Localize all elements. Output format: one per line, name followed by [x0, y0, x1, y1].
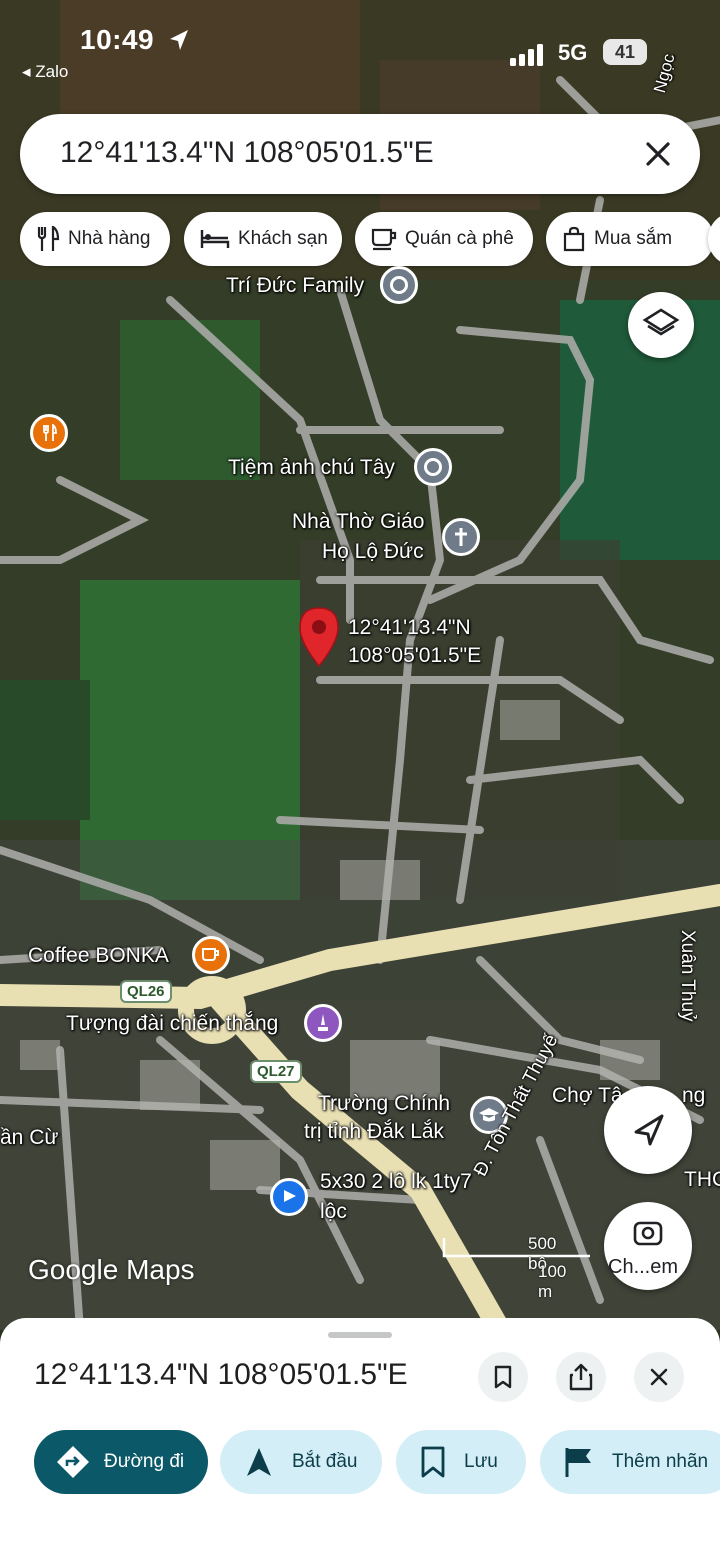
place-label-truong-line1[interactable]: Trường Chính [318, 1092, 450, 1116]
share-icon [569, 1363, 593, 1391]
road-label-xuan-thuy: Xuân Thuỷ [677, 930, 698, 1022]
restaurant-icon [37, 226, 60, 251]
close-icon[interactable] [638, 134, 678, 174]
status-bar: 10:49 ◂ Zalo 5G 41 [0, 0, 720, 90]
hotel-icon [200, 230, 230, 248]
chip-label: Nhà hàng [68, 228, 151, 249]
drag-handle[interactable] [328, 1332, 392, 1338]
directions-button[interactable]: Đường đi [34, 1430, 208, 1494]
search-input[interactable]: 12°41'13.4"N 108°05'01.5"E [60, 136, 434, 170]
road-shield-ql27: QL27 [250, 1060, 302, 1083]
close-icon [650, 1368, 668, 1386]
signal-icon [510, 44, 543, 66]
google-maps-logo: Google Maps [28, 1254, 195, 1285]
clock: 10:49 [80, 24, 155, 55]
pin-label-lng: 108°05'01.5"E [348, 644, 482, 667]
save-button[interactable]: Lưu [396, 1430, 526, 1494]
place-pin-icon[interactable] [414, 448, 452, 486]
start-label: Bắt đầu [292, 1451, 358, 1472]
battery-indicator: 41 [603, 39, 647, 65]
navigation-arrow-icon [247, 1448, 271, 1476]
bookmark-icon [494, 1365, 512, 1389]
chip-label: Mua sắm [594, 228, 673, 249]
camera-icon [633, 1221, 663, 1246]
chip-shopping[interactable]: Mua sắm [546, 212, 714, 266]
chip-label: Quán cà phê [405, 228, 514, 249]
directions-icon [57, 1446, 89, 1478]
start-navigation-button[interactable]: Bắt đầu [220, 1430, 382, 1494]
layers-icon [642, 308, 680, 336]
chip-label: Khách sạn [238, 228, 328, 249]
camera-search-button[interactable]: Ch...em [604, 1202, 692, 1290]
place-label-coffee-bonka[interactable]: Coffee BONKA [28, 944, 169, 968]
my-location-button[interactable] [604, 1086, 692, 1174]
network-type: 5G [558, 40, 588, 65]
save-label: Lưu [464, 1451, 498, 1472]
camera-button-label: Ch...em [608, 1256, 679, 1278]
chip-coffee[interactable]: Quán cà phê [355, 212, 533, 266]
place-label-lot-line1[interactable]: 5x30 2 lô lk 1ty7 [320, 1170, 472, 1194]
coffee-icon [371, 228, 397, 251]
layers-button[interactable] [628, 292, 694, 358]
chip-hotels[interactable]: Khách sạn [184, 212, 342, 266]
sheet-title: 12°41'13.4"N 108°05'01.5"E [34, 1358, 408, 1391]
shopping-bag-icon [563, 226, 585, 252]
battery-level: 41 [614, 42, 636, 62]
pin-label-lat: 12°41'13.4"N [348, 616, 471, 639]
church-pin-icon[interactable] [442, 518, 480, 556]
place-label-nha-tho-line1[interactable]: Nhà Thờ Giáo [292, 510, 424, 534]
search-bar[interactable]: 12°41'13.4"N 108°05'01.5"E [20, 114, 700, 194]
place-label-tiem-anh[interactable]: Tiệm ảnh chú Tây [228, 456, 395, 480]
satellite-map[interactable]: 10:49 ◂ Zalo 5G 41 12°41'13.4"N 108°05'0… [0, 0, 720, 1330]
parking-pin-icon[interactable] [270, 1178, 308, 1216]
scale-ruler-icon [442, 1238, 590, 1258]
close-sheet-button[interactable] [634, 1352, 684, 1402]
add-label-button[interactable]: Thêm nhãn [540, 1430, 720, 1494]
place-label-nha-tho-line2[interactable]: Họ Lộ Đức [322, 540, 424, 564]
scale-metric: 100 m [538, 1262, 567, 1301]
flag-icon [565, 1448, 591, 1477]
share-button[interactable] [556, 1352, 606, 1402]
place-label-lot-line2[interactable]: lộc [320, 1200, 347, 1224]
save-bookmark-button[interactable] [478, 1352, 528, 1402]
bookmark-icon [421, 1446, 445, 1478]
restaurant-pin-icon[interactable] [30, 414, 68, 452]
coffee-pin-icon[interactable] [192, 936, 230, 974]
location-arrow-icon [170, 30, 188, 50]
navigation-arrow-icon [634, 1114, 664, 1146]
road-shield-ql26: QL26 [120, 980, 172, 1003]
place-label-truong-line2[interactable]: trị tỉnh Đắk Lắk [304, 1120, 444, 1144]
place-label-an-cu: ần Cừ [0, 1126, 59, 1149]
place-label-tri-duc-family[interactable]: Trí Đức Family [226, 274, 364, 298]
place-bottom-sheet[interactable]: 12°41'13.4"N 108°05'01.5"E Đường đi Bắt … [0, 1318, 720, 1564]
directions-label: Đường đi [104, 1451, 185, 1472]
add-label-text: Thêm nhãn [612, 1451, 709, 1472]
monument-pin-icon[interactable] [304, 1004, 342, 1042]
back-to-app-link[interactable]: ◂ Zalo [22, 62, 68, 82]
dropped-pin-icon[interactable] [296, 606, 342, 668]
place-pin-icon[interactable] [380, 266, 418, 304]
chip-restaurants[interactable]: Nhà hàng [20, 212, 170, 266]
place-label-tuong-dai[interactable]: Tượng đài chiến thắng [66, 1012, 278, 1036]
